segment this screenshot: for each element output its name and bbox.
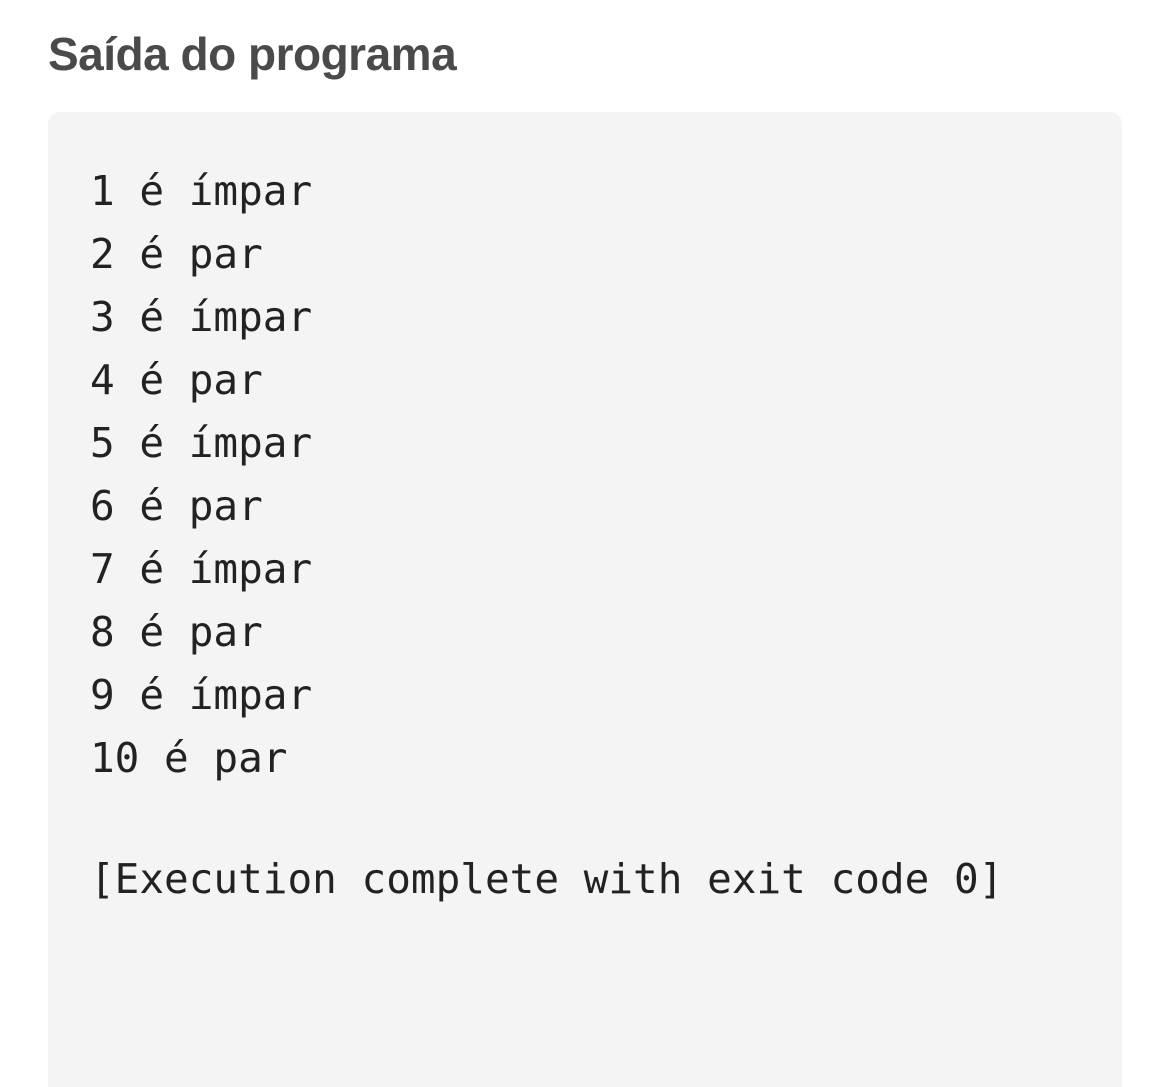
output-line: 9 é ímpar [90,671,313,719]
output-lines-list: 1 é ímpar 2 é par 3 é ímpar 4 é par 5 é … [90,160,312,790]
section-title: Saída do programa [48,28,457,80]
output-line: 5 é ímpar [90,419,313,467]
output-line: 1 é ímpar [90,167,313,215]
output-line: 3 é ímpar [90,293,313,341]
execution-status: [Execution complete with exit code 0] [90,855,1004,903]
output-console: 1 é ímpar 2 é par 3 é ímpar 4 é par 5 é … [48,112,1122,1087]
output-line: 7 é ímpar [90,545,313,593]
output-line: 6 é par [90,482,263,530]
output-line: 10 é par [90,734,288,782]
output-line: 8 é par [90,608,263,656]
output-line: 2 é par [90,230,263,278]
output-line: 4 é par [90,356,263,404]
program-output-page: Saída do programa 1 é ímpar 2 é par 3 é … [0,0,1170,1087]
